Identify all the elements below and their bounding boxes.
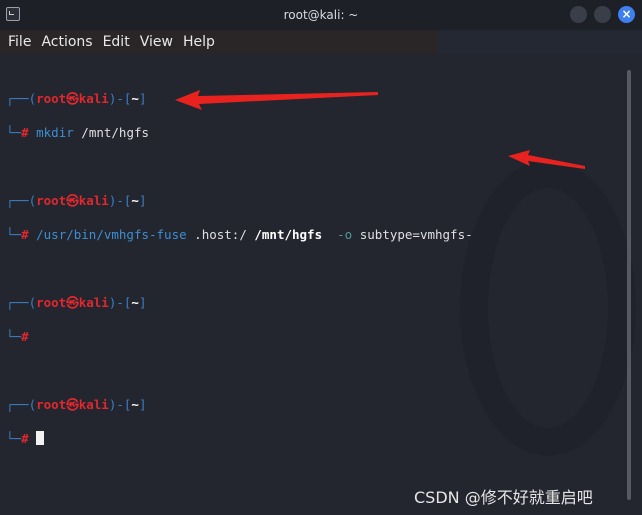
arrow-vmhgfs bbox=[508, 150, 585, 169]
annotation-arrows bbox=[175, 90, 585, 169]
scrollbar[interactable] bbox=[627, 70, 631, 500]
arrow-mkdir bbox=[175, 90, 378, 110]
csdn-watermark: CSDN @修不好就重启吧 bbox=[414, 488, 593, 507]
